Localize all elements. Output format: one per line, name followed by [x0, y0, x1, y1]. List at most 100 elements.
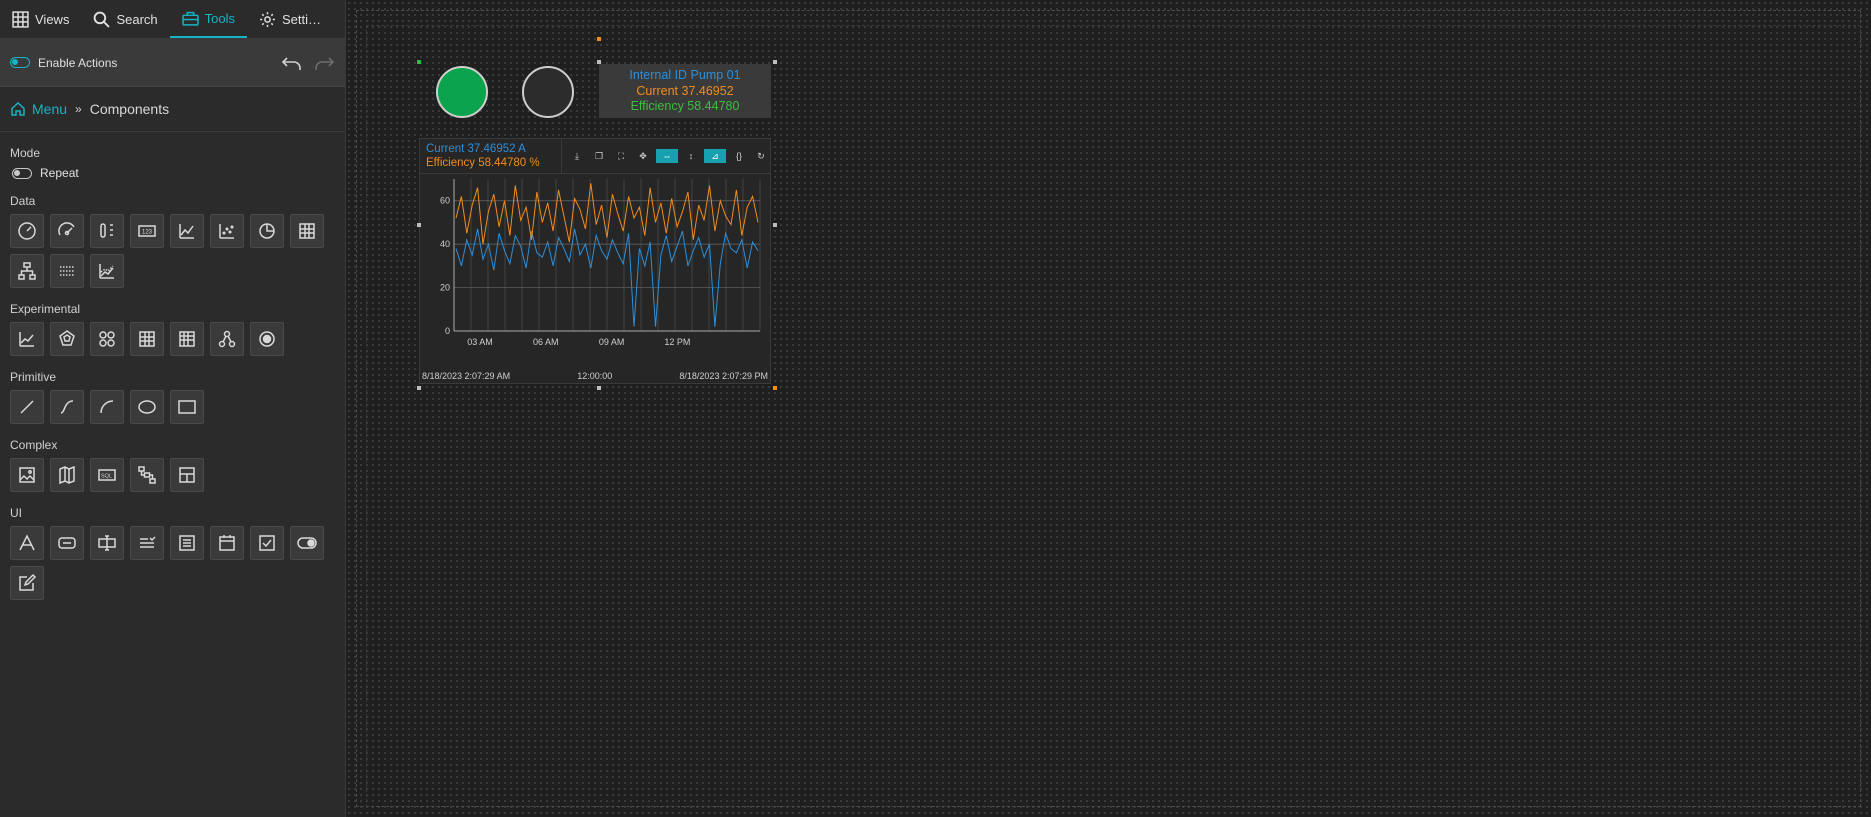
chevron-right-icon: »	[75, 102, 82, 116]
pie-chart-icon	[259, 223, 275, 239]
design-canvas[interactable]: Internal ID Pump 01 Current 37.46952 Eff…	[346, 0, 1871, 817]
range-duration: 12:00:00	[577, 371, 613, 381]
home-icon[interactable]	[10, 101, 26, 117]
x-tick-label: 09 AM	[599, 337, 625, 347]
x-tick-label: 06 AM	[533, 337, 559, 347]
breadcrumb: Menu » Components	[0, 87, 345, 132]
list-component[interactable]	[170, 526, 204, 560]
search-icon	[94, 11, 111, 28]
pump-info-box[interactable]: Internal ID Pump 01 Current 37.46952 Eff…	[599, 64, 771, 118]
chart-mode-icon[interactable]: ⊿	[704, 149, 726, 163]
ellipse-primitive[interactable]	[130, 390, 164, 424]
selection-handle[interactable]	[773, 223, 777, 227]
selection-handle[interactable]	[597, 386, 601, 390]
line-icon	[20, 400, 34, 414]
breadcrumb-menu[interactable]: Menu	[32, 101, 67, 117]
line-primitive[interactable]	[10, 390, 44, 424]
pump-current: Current 37.46952	[636, 83, 734, 98]
selection-handle[interactable]	[597, 60, 601, 64]
enable-actions-label: Enable Actions	[38, 55, 118, 70]
trend-plot[interactable]: 0 20 40 60 03 AM 06 AM 09 AM 12 PM	[420, 175, 770, 355]
svg-text:123: 123	[142, 230, 153, 236]
status-led-on[interactable]	[436, 66, 488, 118]
radial-gauge-icon	[58, 222, 75, 236]
map-component[interactable]	[50, 458, 84, 492]
image-component[interactable]	[10, 458, 44, 492]
trend-component[interactable]	[90, 254, 124, 288]
scatter-chart-component[interactable]	[210, 214, 244, 248]
radar-component[interactable]	[50, 322, 84, 356]
dropdown-component[interactable]	[130, 526, 164, 560]
input-component[interactable]	[90, 526, 124, 560]
tab-tools[interactable]: Tools	[169, 0, 248, 38]
rotation-handle[interactable]	[597, 37, 601, 41]
zoom-x-icon[interactable]: ⇔	[656, 149, 678, 163]
trend-chart-widget[interactable]: Current 37.46952 A Efficiency 58.44780 %…	[419, 138, 771, 384]
hierarchy-component[interactable]	[10, 254, 44, 288]
arc-primitive[interactable]	[90, 390, 124, 424]
trend-chart-icon	[99, 264, 114, 279]
sparkline-component[interactable]	[50, 254, 84, 288]
numeric-display-component[interactable]: 123	[130, 214, 164, 248]
resize-handle[interactable]	[773, 386, 777, 390]
code-icon[interactable]: {}	[730, 149, 748, 163]
pivot-table-component[interactable]	[170, 322, 204, 356]
tab-views[interactable]: Views	[0, 0, 81, 38]
checkbox-component[interactable]	[250, 526, 284, 560]
x-tick-label: 12 PM	[664, 337, 690, 347]
network-component[interactable]	[210, 322, 244, 356]
experimental-heading: Experimental	[10, 302, 81, 316]
undo-icon[interactable]	[281, 54, 303, 72]
gauge-icon	[18, 222, 36, 240]
pie-chart-component[interactable]	[250, 214, 284, 248]
selection-handle[interactable]	[417, 60, 421, 64]
sql-component[interactable]: SQL	[90, 458, 124, 492]
curve-primitive[interactable]	[50, 390, 84, 424]
hierarchy-icon	[18, 262, 36, 280]
line-chart-component[interactable]	[170, 214, 204, 248]
table-component[interactable]	[130, 322, 164, 356]
multi-trend-component[interactable]	[10, 322, 44, 356]
text-component[interactable]	[10, 526, 44, 560]
selection-handle[interactable]	[417, 386, 421, 390]
sidebar: Views Search Tools Setti… Enable Actions…	[0, 0, 346, 817]
calendar-component[interactable]	[210, 526, 244, 560]
layout-component[interactable]	[170, 458, 204, 492]
redo-icon[interactable]	[313, 54, 335, 72]
radio-indicator-icon	[259, 331, 275, 347]
repeat-toggle[interactable]	[12, 167, 32, 179]
radial-gauge-component[interactable]	[50, 214, 84, 248]
indicator-component[interactable]	[250, 322, 284, 356]
nodes-component[interactable]	[90, 322, 124, 356]
rectangle-primitive[interactable]	[170, 390, 204, 424]
experimental-components	[10, 322, 340, 356]
text-icon	[19, 534, 35, 551]
copy-icon[interactable]: ❐	[590, 149, 608, 163]
y-tick-label: 40	[440, 239, 450, 249]
selection-handle[interactable]	[773, 60, 777, 64]
fullscreen-icon[interactable]: ⛶	[612, 149, 630, 163]
legend-efficiency: Efficiency 58.44780 %	[426, 157, 540, 169]
heatmap-component[interactable]	[290, 214, 324, 248]
edit-component[interactable]	[10, 566, 44, 600]
toggle-component[interactable]	[290, 526, 324, 560]
status-led-off[interactable]	[522, 66, 574, 118]
tab-search-label: Search	[116, 11, 158, 27]
gauge-component[interactable]	[10, 214, 44, 248]
reset-icon[interactable]: ↻	[752, 149, 770, 163]
pan-icon[interactable]: ✥	[634, 149, 652, 163]
flow-component[interactable]	[130, 458, 164, 492]
download-icon[interactable]: ⤓	[568, 149, 586, 163]
rectangle-icon	[178, 400, 196, 414]
map-icon	[59, 465, 75, 485]
zoom-y-icon[interactable]: ↕	[682, 149, 700, 163]
pump-title: Internal ID Pump 01	[629, 68, 741, 82]
tab-settings[interactable]: Setti…	[247, 0, 333, 38]
enable-actions-toggle[interactable]	[10, 57, 30, 68]
mode-heading: Mode	[10, 146, 41, 160]
selection-handle[interactable]	[417, 223, 421, 227]
tab-search[interactable]: Search	[81, 0, 169, 38]
text-input-icon	[98, 535, 116, 551]
linear-gauge-component[interactable]	[90, 214, 124, 248]
button-component[interactable]	[50, 526, 84, 560]
